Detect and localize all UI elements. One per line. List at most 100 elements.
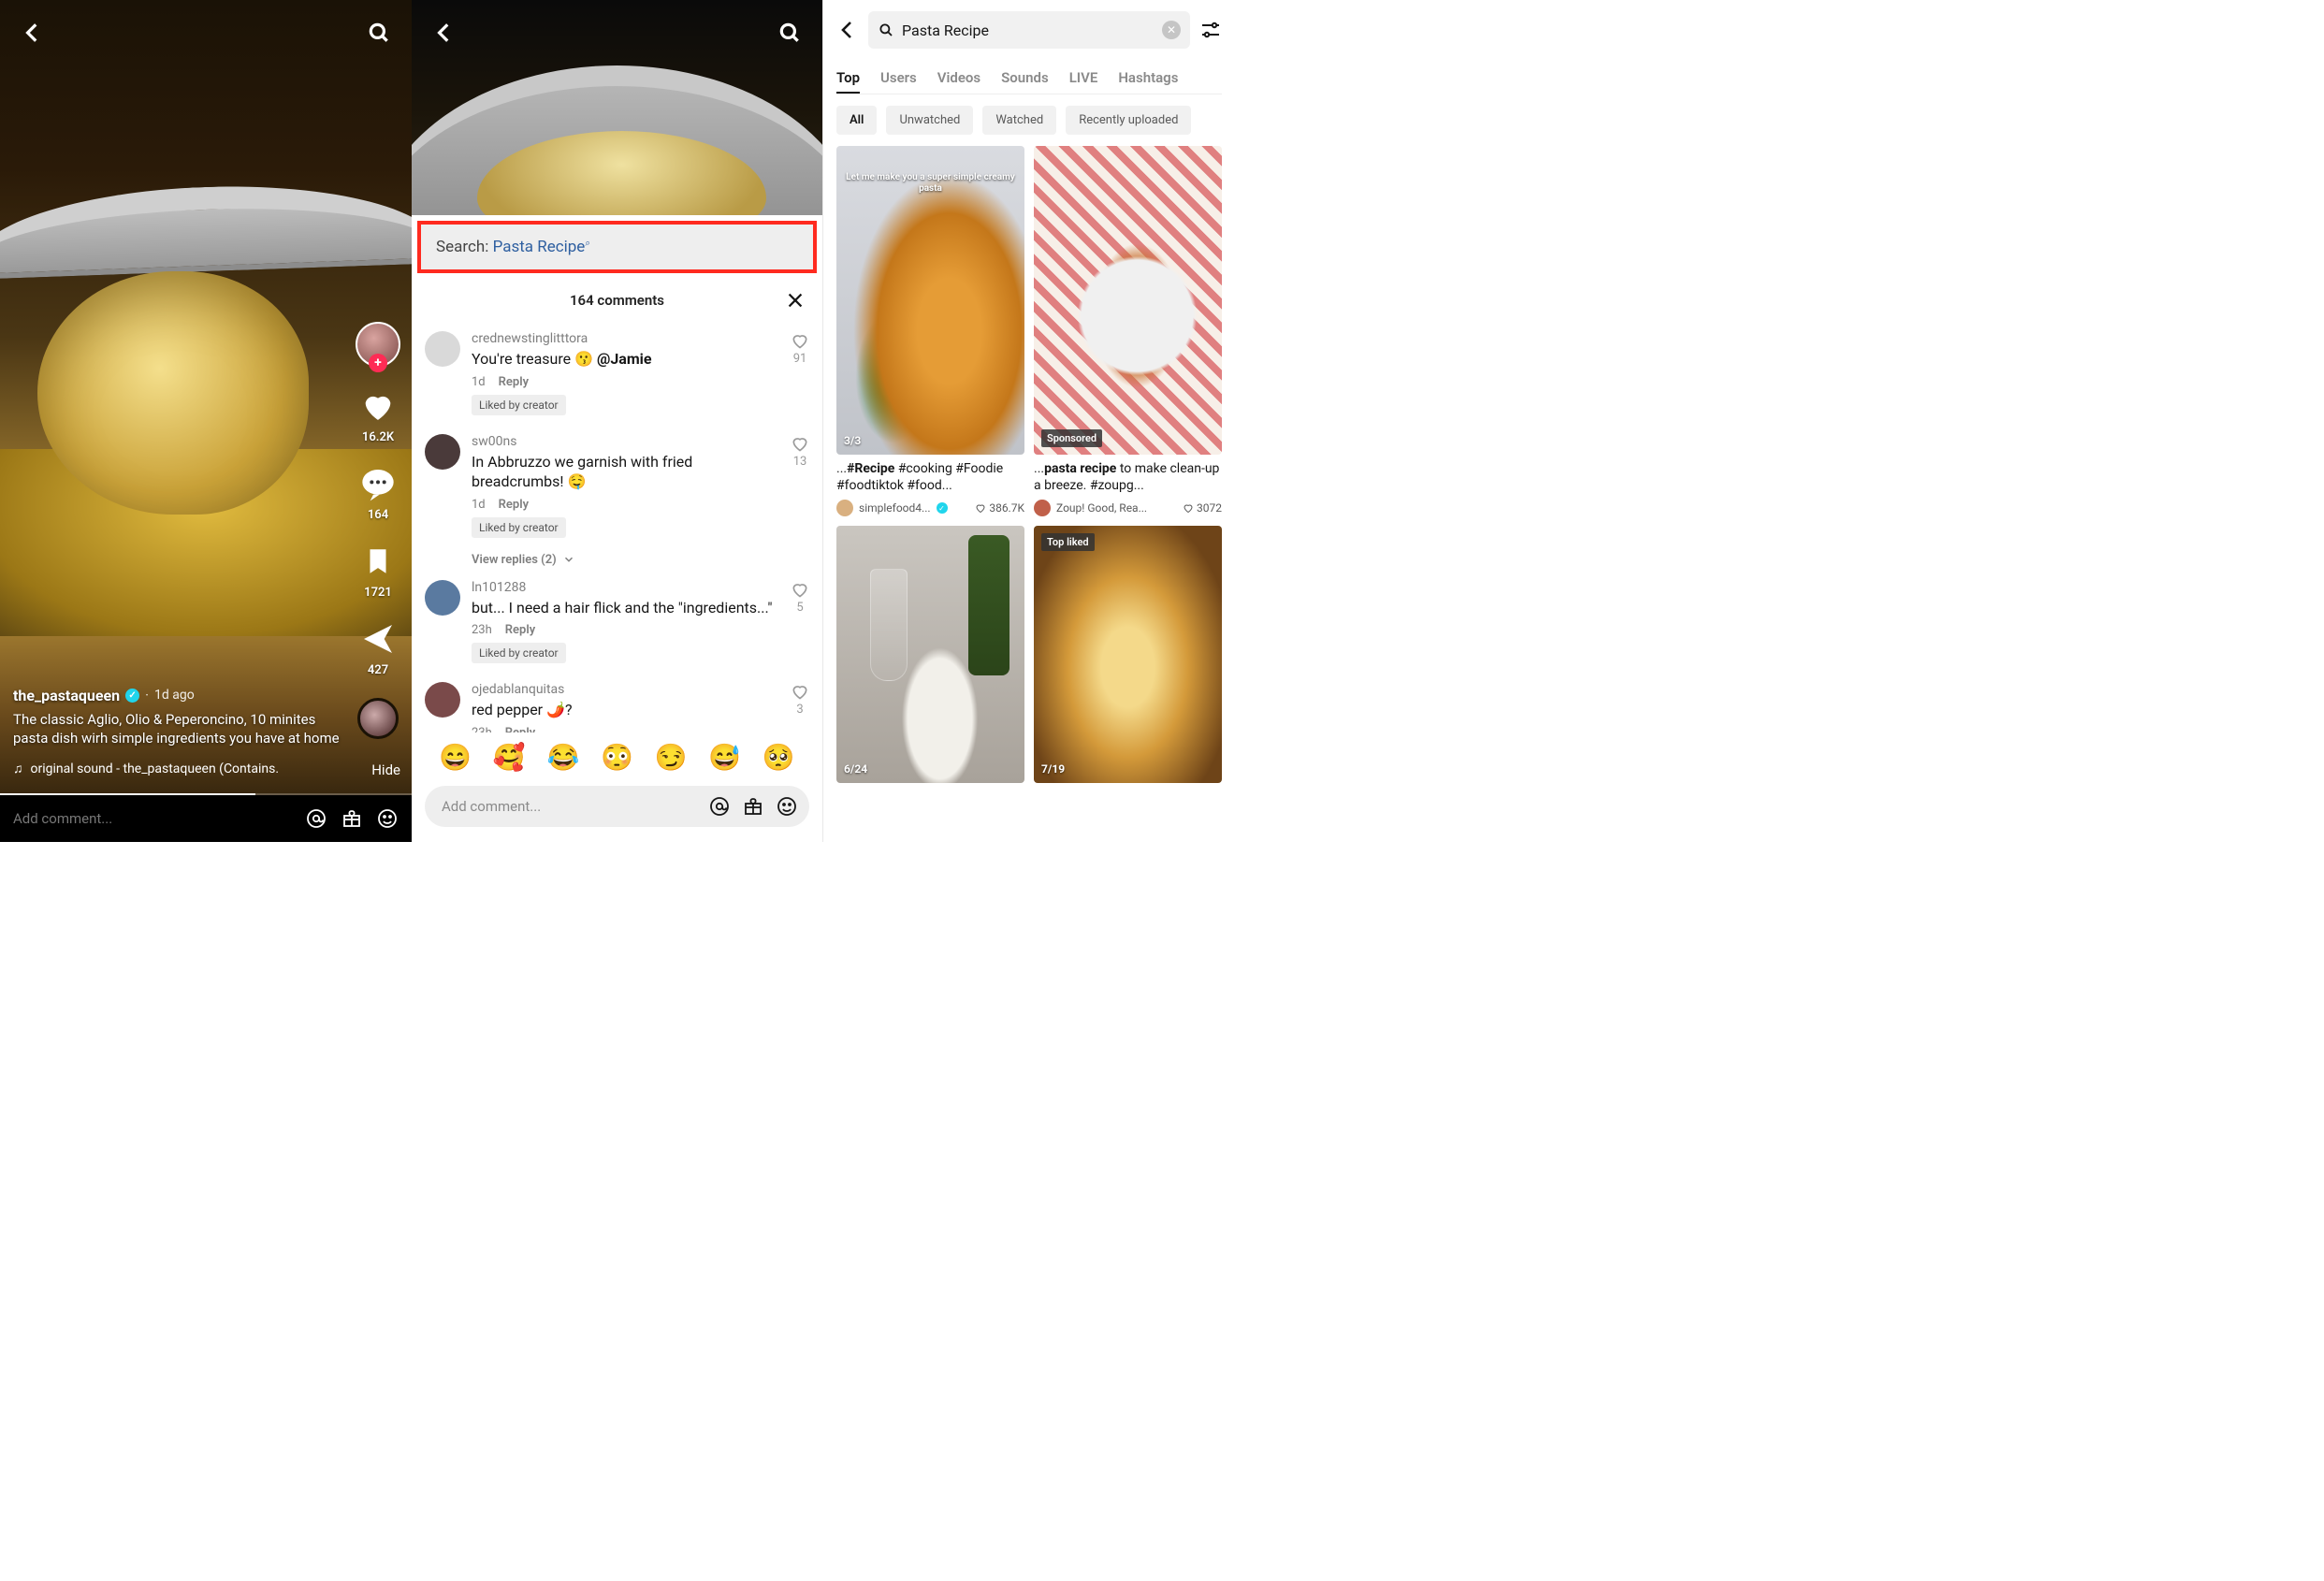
like-count: 16.2K — [362, 430, 394, 444]
reply-button[interactable]: Reply — [505, 726, 535, 732]
hide-button[interactable]: Hide — [371, 761, 400, 778]
comment-placeholder[interactable]: Add comment... — [13, 810, 292, 827]
commenter-avatar[interactable] — [425, 682, 460, 718]
slide-counter: 3/3 — [844, 434, 861, 447]
result-thumbnail: Top liked 7/19 — [1034, 526, 1222, 783]
result-caption: ...#Recipe #cooking #Foodie #foodtiktok … — [836, 460, 1024, 494]
decorative-bottle — [968, 535, 1009, 675]
commenter-avatar[interactable] — [425, 434, 460, 470]
emoji-option[interactable]: 🥰 — [493, 742, 526, 773]
emoji-option[interactable]: 😄 — [439, 742, 472, 773]
decorative-pan — [0, 179, 412, 279]
commenter-avatar[interactable] — [425, 580, 460, 616]
comment-like-button[interactable]: 3 — [791, 682, 809, 732]
reply-button[interactable]: Reply — [505, 623, 535, 637]
result-card[interactable]: 6/24 — [836, 526, 1024, 783]
follow-plus-icon[interactable]: + — [369, 354, 387, 372]
commenter-username[interactable]: ojedablanquitas — [472, 682, 779, 697]
search-button[interactable] — [363, 17, 395, 49]
comment-time: 1d — [472, 498, 486, 512]
comment-item: ln101288 but... I need a hair flick and … — [425, 571, 809, 674]
search-button[interactable] — [774, 17, 806, 49]
emoji-option[interactable]: 😏 — [655, 742, 688, 773]
gift-icon[interactable] — [742, 795, 764, 818]
filters-button[interactable] — [1199, 19, 1222, 41]
like-count: 386.7K — [975, 501, 1024, 515]
view-replies-button[interactable]: View replies (2) — [472, 553, 809, 567]
filter-chip[interactable]: Unwatched — [886, 106, 973, 135]
clear-search-button[interactable]: ✕ — [1162, 21, 1181, 39]
comment-text: You're treasure 😗 @Jamie — [472, 349, 779, 370]
result-thumbnail: 6/24 — [836, 526, 1024, 783]
comment-like-button[interactable]: 91 — [791, 331, 809, 415]
search-results-panel: Pasta Recipe ✕ Top Users Videos Sounds LIVE H… — [823, 0, 1235, 842]
emoji-icon[interactable] — [776, 795, 798, 818]
comments-panel: Search: Pasta Recipe⌕ 164 comments credn… — [412, 0, 823, 842]
profile-avatar-button[interactable]: + — [356, 322, 400, 367]
results-grid: Let me make you a super simple creamy pa… — [836, 146, 1222, 783]
filter-chip[interactable]: Watched — [982, 106, 1056, 135]
tab-videos[interactable]: Videos — [937, 64, 980, 94]
comment-like-button[interactable]: 13 — [791, 434, 809, 538]
share-button[interactable]: 427 — [359, 620, 397, 677]
sound-title: original sound - the_pastaqueen (Contain… — [31, 761, 280, 776]
tab-live[interactable]: LIVE — [1069, 64, 1098, 94]
back-button[interactable] — [836, 19, 859, 41]
author-username[interactable]: the_pastaqueen — [13, 687, 120, 704]
mention[interactable]: @Jamie — [597, 350, 652, 368]
result-card[interactable]: Sponsored ...pasta recipe to make clean-… — [1034, 146, 1222, 516]
comment-placeholder: Add comment... — [442, 798, 697, 815]
search-suggestion-pill[interactable]: Search: Pasta Recipe⌕ — [417, 221, 817, 273]
gift-icon[interactable] — [341, 807, 363, 830]
sound-disc[interactable] — [357, 698, 399, 739]
comment-like-button[interactable]: 5 — [791, 580, 809, 664]
result-thumbnail: Sponsored — [1034, 146, 1222, 455]
like-button[interactable]: 16.2K — [359, 387, 397, 444]
reply-button[interactable]: Reply — [499, 375, 529, 389]
tab-users[interactable]: Users — [880, 64, 917, 94]
search-input[interactable]: Pasta Recipe ✕ — [868, 11, 1190, 49]
search-query: Pasta Recipe — [493, 238, 586, 256]
search-icon — [878, 22, 894, 38]
comment-count-text: 164 comments — [570, 292, 664, 309]
result-card[interactable]: Top liked 7/19 — [1034, 526, 1222, 783]
heart-icon — [359, 387, 397, 425]
comment-input[interactable]: Add comment... — [425, 786, 809, 827]
filter-chip[interactable]: All — [836, 106, 877, 135]
comment-button[interactable]: 164 — [359, 465, 397, 522]
comments-list: crednewstinglitttora You're treasure 😗 @… — [412, 322, 822, 732]
back-button[interactable] — [428, 17, 460, 49]
filter-chip[interactable]: Recently uploaded — [1066, 106, 1191, 135]
close-comments-button[interactable] — [783, 288, 807, 312]
emoji-icon[interactable] — [376, 807, 399, 830]
comment-icon — [359, 465, 397, 502]
commenter-username[interactable]: sw00ns — [472, 434, 779, 449]
comment-time: 1d — [472, 375, 486, 389]
sponsored-badge: Sponsored — [1041, 429, 1102, 447]
tab-hashtags[interactable]: Hashtags — [1118, 64, 1178, 94]
sound-row[interactable]: ♫ original sound - the_pastaqueen (Conta… — [13, 761, 346, 776]
bookmark-count: 1721 — [364, 586, 392, 600]
search-label: Search: — [436, 238, 493, 256]
comment-text: red pepper 🌶️? — [472, 700, 779, 720]
result-card[interactable]: Let me make you a super simple creamy pa… — [836, 146, 1024, 516]
commenter-avatar[interactable] — [425, 331, 460, 367]
comment-input-bar: Add comment... — [0, 795, 412, 842]
decorative-glass — [870, 569, 908, 681]
search-header: Pasta Recipe ✕ — [836, 11, 1222, 49]
emoji-option[interactable]: 😂 — [546, 742, 579, 773]
tab-top[interactable]: Top — [836, 64, 860, 94]
emoji-option[interactable]: 🥺 — [763, 742, 795, 773]
tab-sounds[interactable]: Sounds — [1001, 64, 1049, 94]
commenter-username[interactable]: ln101288 — [472, 580, 779, 595]
mention-icon[interactable] — [708, 795, 731, 818]
reply-button[interactable]: Reply — [499, 498, 529, 512]
back-button[interactable] — [17, 17, 49, 49]
slide-counter: 7/19 — [1041, 762, 1065, 776]
bookmark-button[interactable]: 1721 — [362, 543, 394, 600]
emoji-option[interactable]: 😳 — [601, 742, 633, 773]
mention-icon[interactable] — [305, 807, 327, 830]
commenter-username[interactable]: crednewstinglitttora — [472, 331, 779, 346]
feed-video-panel: + 16.2K 164 1721 427 — [0, 0, 412, 842]
emoji-option[interactable]: 😅 — [708, 742, 741, 773]
